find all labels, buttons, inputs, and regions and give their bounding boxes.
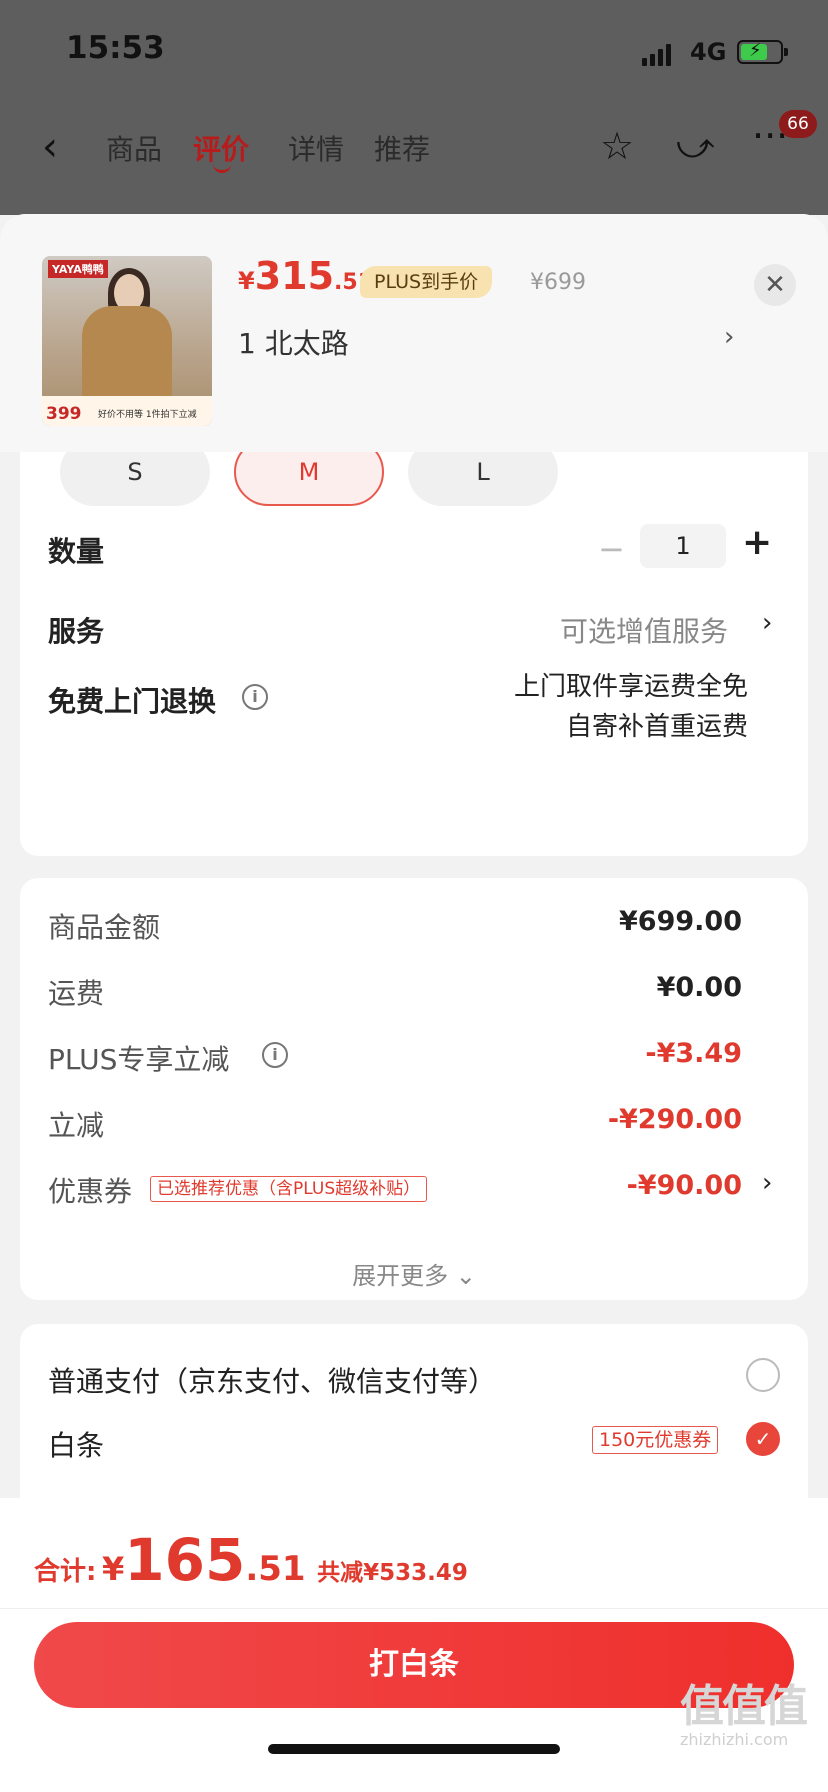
thumb-brand: YAYA鸭鸭 xyxy=(48,260,108,278)
thumb-price: 399 xyxy=(46,404,82,424)
normal-pay-label[interactable]: 普通支付（京东支付、微信支付等） xyxy=(48,1360,496,1400)
goods-amount-value: ¥699.00 xyxy=(619,906,742,937)
quantity-plus-button[interactable]: + xyxy=(742,522,772,563)
baitiao-coupon-tag: 150元优惠券 xyxy=(592,1426,719,1454)
coupon-label: 优惠券 xyxy=(48,1175,133,1208)
status-bar: 15:53 4G ⚡ xyxy=(0,0,828,100)
free-return-label: 免费上门退换 xyxy=(48,685,217,718)
normal-pay-radio[interactable] xyxy=(746,1358,780,1392)
total-savings: 共减¥533.49 xyxy=(317,1560,468,1586)
watermark-url: zhizhizhi.com xyxy=(680,1730,789,1749)
plus-price-tag: PLUS到手价 xyxy=(360,266,493,298)
shipping-label: 运费 xyxy=(48,977,105,1010)
star-icon[interactable]: ☆ xyxy=(600,124,634,168)
signal-icon xyxy=(642,44,672,66)
info-icon[interactable]: i xyxy=(242,684,268,710)
coupon-value[interactable]: -¥90.00 xyxy=(627,1170,742,1201)
chevron-right-icon[interactable]: › xyxy=(762,1168,772,1198)
home-indicator xyxy=(268,1744,560,1754)
coupon-tag: 已选推荐优惠（含PLUS超级补贴） xyxy=(150,1176,428,1202)
total-price: 合计: ¥165.51 共减¥533.49 xyxy=(34,1526,468,1594)
notification-badge: 66 xyxy=(779,110,817,138)
free-return-line1: 上门取件享运费全免 xyxy=(513,672,748,702)
top-nav: ‹ 商品 评价 详情 推荐 ☆ ⤻ ··· 66 xyxy=(0,110,828,180)
delivery-address[interactable]: 1 北太路 xyxy=(238,322,349,362)
quantity-input[interactable]: 1 xyxy=(640,524,726,568)
expand-more-button[interactable]: 展开更多 ⌄ xyxy=(20,1256,808,1291)
product-price: ¥315.51 xyxy=(238,254,373,298)
purchase-sheet: YAYA鸭鸭 399 好价不用等 1件拍下立减 ¥315.51 PLUS到手价 … xyxy=(0,214,828,1792)
instant-discount-label: 立减 xyxy=(48,1109,105,1142)
tab-details[interactable]: 详情 xyxy=(288,128,344,168)
tab-reviews[interactable]: 评价 xyxy=(193,128,250,173)
watermark-logo: 值值值 xyxy=(680,1681,808,1732)
fee-card: 商品金额 ¥699.00 运费 ¥0.00 PLUS专享立减 i -¥3.49 … xyxy=(20,878,808,1300)
free-return-line2: 自寄补首重运费 xyxy=(565,712,748,742)
shipping-value: ¥0.00 xyxy=(656,972,742,1003)
divider xyxy=(0,1608,828,1609)
tab-reviews-label: 评价 xyxy=(193,133,250,166)
product-thumbnail[interactable]: YAYA鸭鸭 399 好价不用等 1件拍下立减 xyxy=(42,256,212,426)
baitiao-label[interactable]: 白条 xyxy=(48,1424,104,1464)
quantity-minus-button[interactable]: − xyxy=(598,530,625,568)
info-icon[interactable]: i xyxy=(262,1042,288,1068)
goods-amount-label: 商品金额 xyxy=(48,911,161,944)
share-icon[interactable]: ⤻ xyxy=(676,126,714,168)
back-icon[interactable]: ‹ xyxy=(42,124,58,170)
status-time: 15:53 xyxy=(66,30,165,66)
total-label: 合计: xyxy=(34,1557,97,1587)
thumb-tag: 好价不用等 1件拍下立减 xyxy=(98,410,197,420)
instant-discount-value: -¥290.00 xyxy=(607,1104,742,1135)
total-dec: .51 xyxy=(245,1549,306,1589)
service-label: 服务 xyxy=(48,615,105,648)
total-int: 165 xyxy=(124,1526,246,1594)
checkout-footer: 合计: ¥165.51 共减¥533.49 打白条 值值值 zhizhizhi.… xyxy=(0,1498,828,1792)
plus-discount-value: -¥3.49 xyxy=(645,1038,742,1069)
baitiao-radio[interactable]: ✓ xyxy=(746,1422,780,1456)
network-label: 4G xyxy=(690,38,727,66)
background-page: 15:53 4G ⚡ ‹ 商品 评价 详情 推荐 ☆ ⤻ ··· 66 xyxy=(0,0,828,215)
original-price: ¥699 xyxy=(530,270,586,295)
close-icon[interactable]: ✕ xyxy=(754,264,796,306)
tab-recommend[interactable]: 推荐 xyxy=(374,128,430,168)
chevron-right-icon[interactable]: › xyxy=(724,322,734,352)
service-value[interactable]: 可选增值服务 xyxy=(560,610,728,650)
price-int: 315 xyxy=(254,254,335,298)
product-header: YAYA鸭鸭 399 好价不用等 1件拍下立减 ¥315.51 PLUS到手价 … xyxy=(0,214,828,452)
plus-discount-label: PLUS专享立减 xyxy=(48,1043,230,1076)
chevron-right-icon[interactable]: › xyxy=(762,608,772,638)
quantity-label: 数量 xyxy=(48,535,105,568)
payment-card: 普通支付（京东支付、微信支付等） 白条 150元优惠券 ✓ xyxy=(20,1324,808,1524)
total-currency: ¥ xyxy=(101,1550,125,1588)
tab-goods[interactable]: 商品 xyxy=(106,128,162,168)
battery-icon: ⚡ xyxy=(737,40,788,64)
price-currency: ¥ xyxy=(238,267,255,295)
